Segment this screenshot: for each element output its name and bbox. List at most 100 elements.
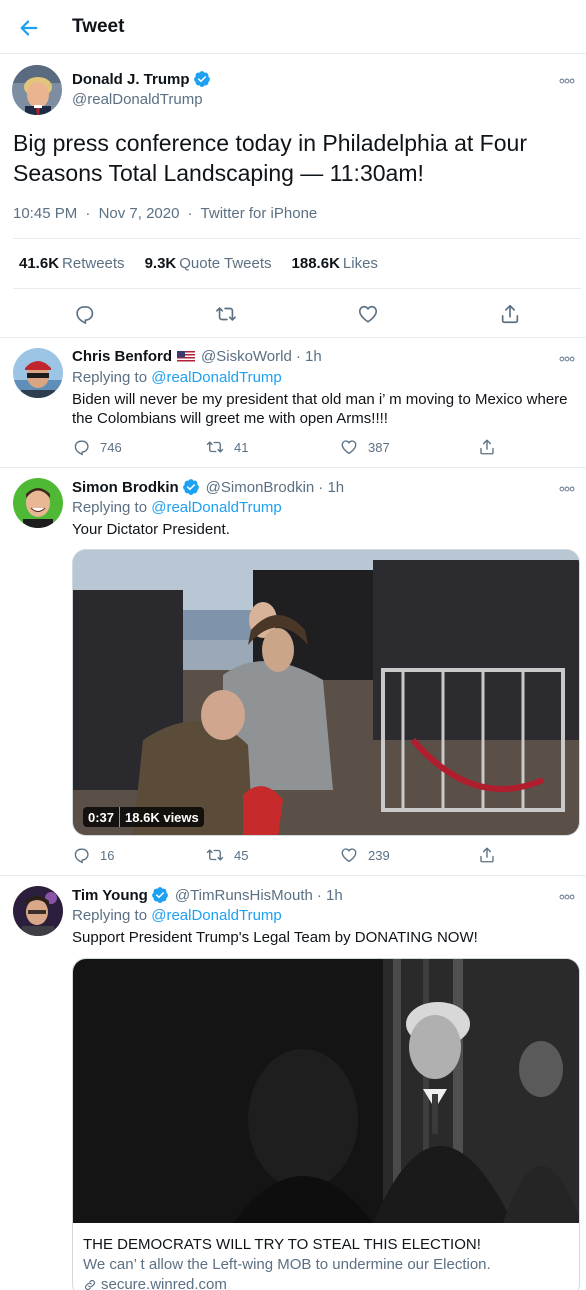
share-button[interactable] [478,438,496,456]
replying-to: Replying to @realDonaldTrump [72,369,282,386]
like-count: 239 [368,847,390,863]
meta-separator: · [187,205,193,222]
like-button[interactable]: 239 [340,846,390,864]
likes-label: Likes [342,255,378,272]
retweets-stat[interactable]: 41.6K Retweets [19,255,125,272]
share-button[interactable] [478,846,496,864]
link-card-image [73,959,579,1223]
more-options-button[interactable] [556,890,578,904]
share-button[interactable] [498,302,522,326]
heart-icon [340,846,358,864]
retweet-count: 41 [234,439,249,455]
link-icon [85,1280,95,1290]
author-name[interactable]: Tim Young [72,887,148,904]
reply-button[interactable]: 16 [72,846,114,864]
retweet-icon [206,438,224,456]
author-handle[interactable]: @realDonaldTrump [72,91,203,108]
avatar[interactable] [13,478,63,528]
retweets-count: 41.6K [19,255,60,272]
more-options-button[interactable] [556,352,578,366]
avatar[interactable] [12,65,62,115]
author-name[interactable]: Donald J. Trump [72,71,190,88]
reply-count: 16 [100,847,115,863]
reply-count: 746 [100,439,122,455]
tweet-meta: 10:45 PM · Nov 7, 2020 · Twitter for iPh… [13,205,317,222]
link-card-description: We can’ t allow the Left-wing MOB to und… [83,1256,491,1273]
tweet-time[interactable]: · 1h [318,479,344,496]
avatar[interactable] [13,348,63,398]
likes-stat[interactable]: 188.6K Likes [292,255,378,272]
mention-link[interactable]: @realDonaldTrump [151,907,282,924]
arrow-left-icon [20,20,38,36]
like-button[interactable] [356,302,380,326]
author-name-row: Donald J. Trump [72,70,211,88]
more-icon [559,894,575,900]
more-options-button[interactable] [556,74,578,88]
main-tweet: Donald J. Trump @realDonaldTrump Big pre… [0,54,586,338]
author-handle[interactable]: @SimonBrodkin [206,479,315,496]
video-player[interactable]: 0:37 18.6K views [72,549,580,836]
retweet-button[interactable]: 41 [206,438,248,456]
verified-icon [182,478,200,496]
avatar[interactable] [13,886,63,936]
reply-text: Biden will never be my president that ol… [72,391,568,427]
replying-to-label: Replying to [72,499,148,516]
retweet-icon [215,303,237,325]
author-name[interactable]: Simon Brodkin [72,479,179,496]
reply-icon [72,438,90,456]
author-handle[interactable]: @SiskoWorld [201,348,292,365]
us-flag-icon [177,350,196,363]
like-button[interactable]: 387 [340,438,390,456]
verified-icon [151,886,169,904]
quote-tweets-count: 9.3K [144,255,177,272]
link-card-domain-row: secure.winred.com [83,1275,571,1290]
mention-link[interactable]: @realDonaldTrump [151,369,282,386]
verified-icon [193,70,211,88]
retweets-label: Retweets [62,255,125,272]
more-icon [559,78,575,84]
more-icon [559,356,575,362]
like-count: 387 [368,439,390,455]
video-badge: 0:37 18.6K views [83,807,204,827]
tweet-text: Big press conference today in Philadelph… [13,130,527,186]
reply-text: Support President Trump's Legal Team by … [72,929,478,946]
share-icon [478,846,496,864]
retweet-button[interactable] [214,302,238,326]
link-card[interactable]: THE DEMOCRATS WILL TRY TO STEAL THIS ELE… [72,958,580,1290]
more-icon [559,486,575,492]
replying-to-label: Replying to [72,907,148,924]
reply-icon [72,846,90,864]
reply-button[interactable] [72,302,96,326]
link-card-domain: secure.winred.com [101,1276,227,1290]
tweet-source[interactable]: Twitter for iPhone [201,205,318,222]
replying-to: Replying to @realDonaldTrump [72,499,282,516]
link-card-text: THE DEMOCRATS WILL TRY TO STEAL THIS ELE… [73,1223,579,1290]
video-thumbnail [73,550,579,835]
heart-icon [357,303,379,325]
tweet-actions: 16 45 239 [72,846,502,866]
retweet-count: 45 [234,847,249,863]
author-handle[interactable]: @TimRunsHisMouth [175,887,313,904]
tweet-time[interactable]: · 1h [296,348,322,365]
tweet-time[interactable]: · 1h [317,887,343,904]
link-card-title: THE DEMOCRATS WILL TRY TO STEAL THIS ELE… [83,1236,481,1253]
mention-link[interactable]: @realDonaldTrump [151,499,282,516]
back-button[interactable] [12,11,46,45]
replying-to: Replying to @realDonaldTrump [72,907,282,924]
reply-button[interactable]: 746 [72,438,122,456]
reply-tweet[interactable]: Simon Brodkin @SimonBrodkin · 1h Replyin… [0,468,586,876]
quote-tweets-label: Quote Tweets [179,255,272,272]
retweet-button[interactable]: 45 [206,846,248,864]
video-views: 18.6K views [125,809,199,825]
author-name[interactable]: Chris Benford [72,348,172,365]
quote-tweets-stat[interactable]: 9.3K Quote Tweets [145,255,272,272]
reply-tweet[interactable]: Chris Benford @SiskoWorld · 1h Replying … [0,338,586,468]
reply-icon [73,303,95,325]
meta-separator: · [85,205,91,222]
tweet-time[interactable]: 10:45 PM [13,205,77,222]
tweet-actions: 746 41 387 [72,438,502,458]
more-options-button[interactable] [556,482,578,496]
reply-tweet[interactable]: Tim Young @TimRunsHisMouth · 1h Replying… [0,876,586,1290]
tweet-date[interactable]: Nov 7, 2020 [99,205,180,222]
reply-text: Your Dictator President. [72,521,230,538]
